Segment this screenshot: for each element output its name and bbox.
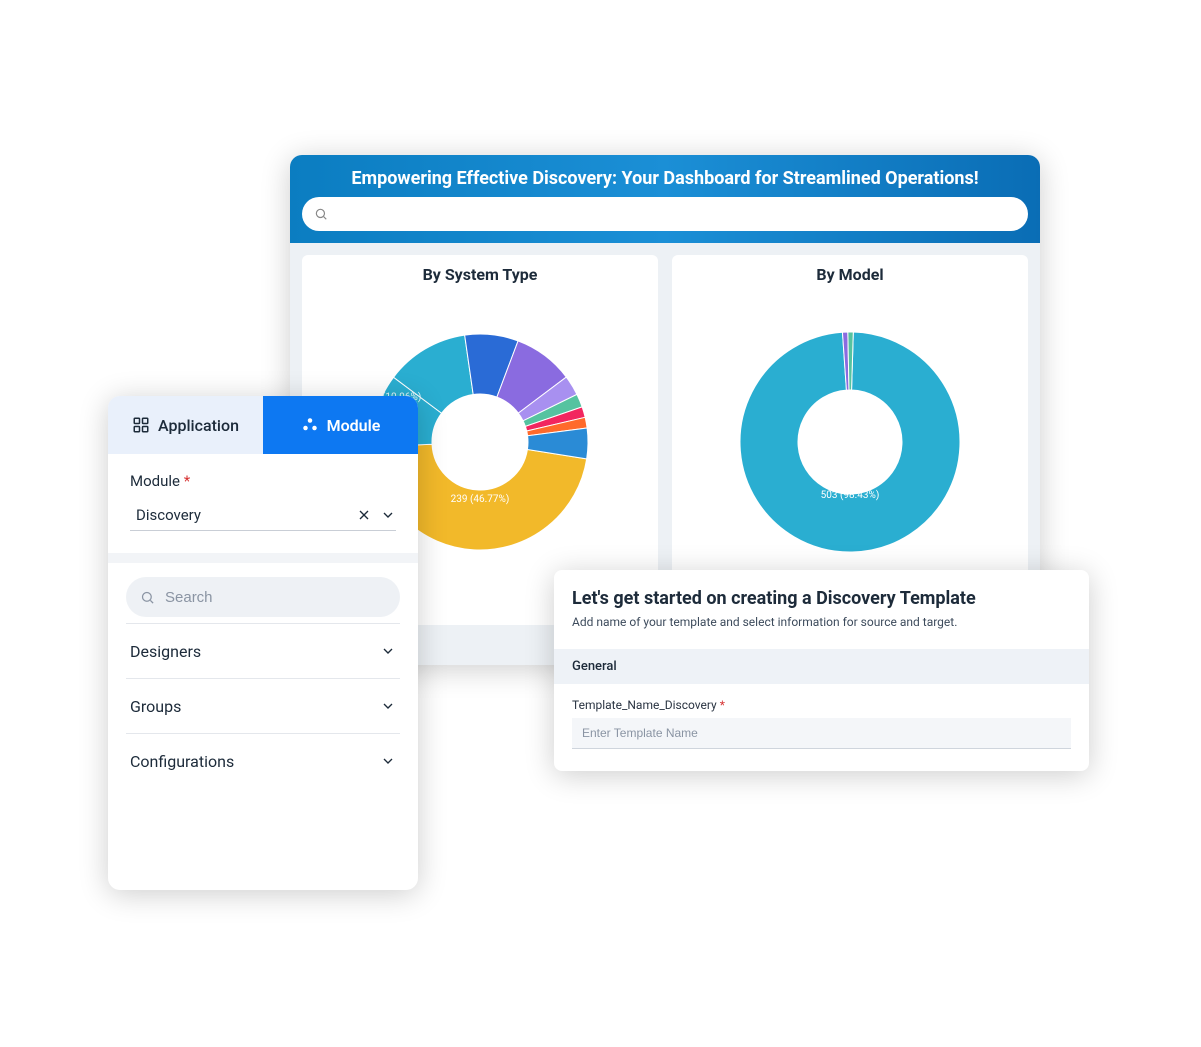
chevron-down-icon <box>380 753 396 769</box>
tabs: Application Module <box>108 396 418 454</box>
tab-application[interactable]: Application <box>108 396 263 454</box>
chevron-down-icon <box>380 698 396 714</box>
sidebar-search[interactable] <box>126 577 400 617</box>
sidebar-content: Designers Groups Configurations <box>108 563 418 788</box>
accordion-configurations[interactable]: Configurations <box>126 733 400 788</box>
template-name-input[interactable] <box>572 718 1071 749</box>
tab-label: Application <box>158 416 239 435</box>
accordion-label: Configurations <box>130 752 234 771</box>
accordion-label: Groups <box>130 697 181 716</box>
dashboard-search[interactable] <box>302 197 1028 231</box>
select-value: Discovery <box>130 506 348 524</box>
template-header: Let's get started on creating a Discover… <box>554 588 1089 645</box>
sidebar-panel: Application Module Module * Discovery <box>108 396 418 890</box>
accordion-groups[interactable]: Groups <box>126 678 400 733</box>
chevron-down-icon[interactable] <box>380 507 396 523</box>
accordion-designers[interactable]: Designers <box>126 623 400 678</box>
search-input[interactable] <box>165 589 386 606</box>
search-icon <box>314 207 328 221</box>
tab-module[interactable]: Module <box>263 396 418 454</box>
field-label: Module * <box>130 472 396 490</box>
search-icon <box>140 590 155 605</box>
chart-title: By System Type <box>312 265 648 284</box>
template-subtitle: Add name of your template and select inf… <box>572 615 1071 629</box>
chevron-down-icon <box>380 643 396 659</box>
donut-chart-model: 503 (98.43%) <box>682 292 1018 592</box>
module-icon <box>301 416 319 434</box>
required-asterisk: * <box>720 698 725 712</box>
clear-icon[interactable] <box>356 507 372 523</box>
field-label: Template_Name_Discovery * <box>572 698 1071 712</box>
dashboard-header: Empowering Effective Discovery: Your Das… <box>290 155 1040 243</box>
accordion-label: Designers <box>130 642 201 661</box>
tab-label: Module <box>327 416 381 435</box>
dashboard-title: Empowering Effective Discovery: Your Das… <box>351 168 978 189</box>
chart-title: By Model <box>682 265 1018 284</box>
module-select[interactable]: Discovery <box>130 500 396 531</box>
grid-icon <box>132 416 150 434</box>
template-section-general: General <box>554 649 1089 684</box>
module-select-section: Module * Discovery <box>108 454 418 563</box>
required-asterisk: * <box>184 472 190 490</box>
template-title: Let's get started on creating a Discover… <box>572 588 1071 609</box>
template-name-field: Template_Name_Discovery * <box>554 684 1089 753</box>
template-panel: Let's get started on creating a Discover… <box>554 570 1089 771</box>
